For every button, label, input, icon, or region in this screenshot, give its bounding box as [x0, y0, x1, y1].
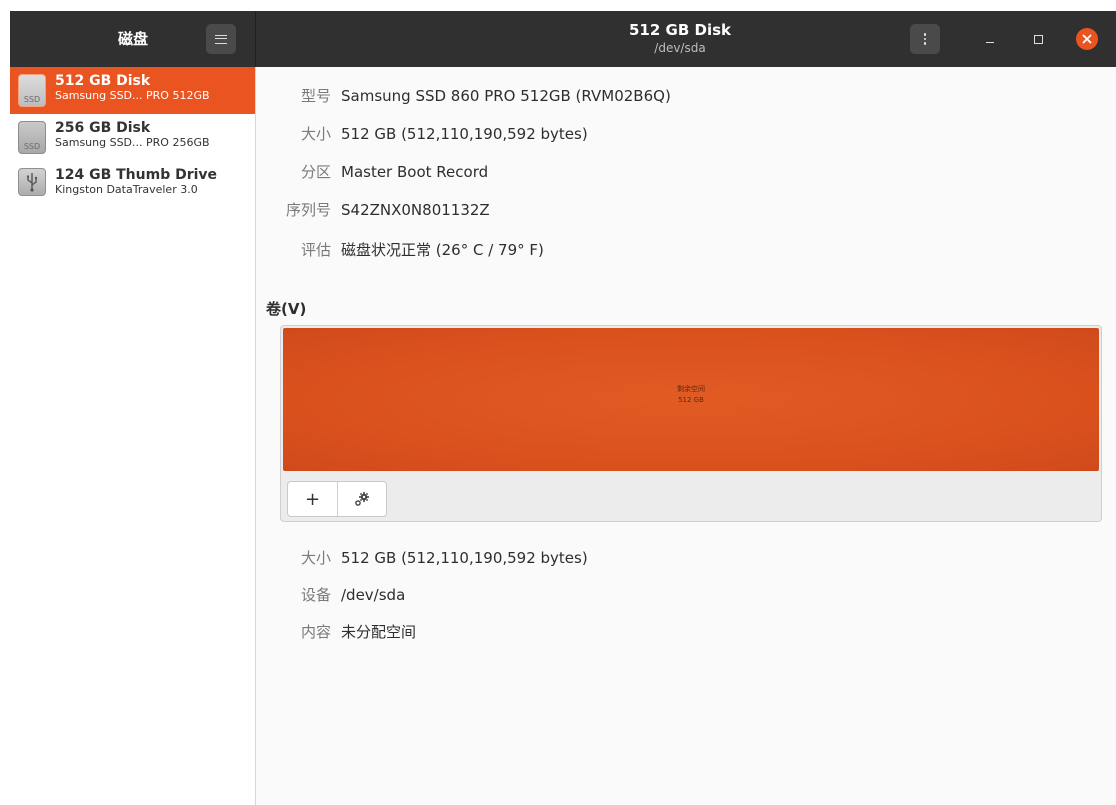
hamburger-menu-button[interactable]	[206, 24, 236, 54]
info-row-size: 大小 512 GB (512,110,190,592 bytes)	[256, 122, 1116, 146]
info-label: 型号	[300, 87, 331, 105]
disk-model: Kingston DataTraveler 3.0	[55, 183, 198, 196]
info-row-contents: 内容 未分配空间	[256, 620, 1116, 644]
ssd-icon-label: SSD	[23, 95, 41, 104]
info-value: 512 GB (512,110,190,592 bytes)	[341, 125, 588, 143]
volume-map: 剩余空间 512 GB +	[280, 325, 1102, 522]
header-bar: 磁盘 512 GB Disk /dev/sda	[10, 11, 1116, 67]
info-label: 评估	[300, 241, 331, 259]
kebab-dot-icon	[923, 37, 927, 41]
usb-drive-icon	[18, 168, 46, 196]
info-value: 磁盘状况正常 (26° C / 79° F)	[341, 241, 544, 259]
sidebar-header: 磁盘	[10, 11, 256, 67]
disk-item-512gb[interactable]: SSD 512 GB Disk Samsung SSD... PRO 512GB	[10, 67, 255, 114]
volume-settings-button[interactable]	[337, 482, 386, 516]
plus-icon: +	[304, 488, 321, 510]
volumes-heading: 卷(V)	[266, 300, 307, 318]
create-partition-button[interactable]: +	[288, 482, 337, 516]
info-row-volume-size: 大小 512 GB (512,110,190,592 bytes)	[256, 546, 1116, 570]
minimize-button[interactable]	[980, 29, 1000, 49]
disk-item-thumb-drive[interactable]: 124 GB Thumb Drive Kingston DataTraveler…	[10, 161, 255, 208]
info-label: 大小	[300, 549, 331, 567]
info-label: 设备	[300, 586, 331, 604]
info-value: /dev/sda	[341, 586, 406, 604]
info-row-assessment: 评估 磁盘状况正常 (26° C / 79° F)	[256, 238, 1116, 262]
hamburger-icon	[215, 34, 227, 44]
disks-window: 磁盘 512 GB Disk /dev/sda SSD 512 GB Disk …	[10, 11, 1116, 805]
disk-name: 512 GB Disk	[55, 73, 151, 89]
disk-name: 124 GB Thumb Drive	[55, 167, 218, 183]
info-value: S42ZNX0N801132Z	[341, 201, 490, 219]
drive-options-button[interactable]	[910, 24, 940, 54]
drive-details-panel: 型号 Samsung SSD 860 PRO 512GB (RVM02B6Q) …	[256, 67, 1116, 805]
info-row-model: 型号 Samsung SSD 860 PRO 512GB (RVM02B6Q)	[256, 84, 1116, 108]
volume-block-size: 512 GB	[678, 396, 704, 404]
info-value: 512 GB (512,110,190,592 bytes)	[341, 549, 588, 567]
ssd-icon-label: SSD	[23, 142, 41, 151]
maximize-button[interactable]	[1028, 29, 1048, 49]
kebab-dot-icon	[923, 33, 927, 36]
ssd-drive-icon: SSD	[18, 74, 46, 107]
gears-icon	[355, 492, 369, 506]
info-row-device: 设备 /dev/sda	[256, 583, 1116, 607]
disk-item-256gb[interactable]: SSD 256 GB Disk Samsung SSD... PRO 256GB	[10, 114, 255, 161]
info-label: 大小	[300, 125, 331, 143]
window-subtitle: /dev/sda	[654, 41, 706, 55]
info-value: Samsung SSD 860 PRO 512GB (RVM02B6Q)	[341, 87, 671, 105]
volume-block-name: 剩余空间	[677, 385, 705, 393]
info-label: 分区	[300, 163, 331, 181]
free-space-volume-block[interactable]: 剩余空间 512 GB	[283, 328, 1099, 471]
kebab-dot-icon	[923, 42, 927, 45]
volume-toolbar: +	[287, 481, 387, 517]
volume-block-label: 剩余空间 512 GB	[283, 384, 1099, 406]
close-button[interactable]	[1076, 28, 1098, 50]
disk-name: 256 GB Disk	[55, 120, 151, 136]
usb-symbol-icon	[27, 173, 38, 192]
disk-model: Samsung SSD... PRO 512GB	[55, 89, 210, 102]
info-label: 内容	[300, 623, 331, 641]
window-title-block: 512 GB Disk /dev/sda	[570, 21, 790, 55]
disk-list-sidebar: SSD 512 GB Disk Samsung SSD... PRO 512GB…	[10, 67, 256, 805]
disk-model: Samsung SSD... PRO 256GB	[55, 136, 210, 149]
close-icon	[1082, 34, 1092, 44]
info-label: 序列号	[285, 201, 331, 219]
info-row-partitioning: 分区 Master Boot Record	[256, 160, 1116, 184]
window-title: 512 GB Disk	[629, 21, 731, 39]
info-row-serial: 序列号 S42ZNX0N801132Z	[256, 198, 1116, 222]
info-value: Master Boot Record	[341, 163, 489, 181]
info-value: 未分配空间	[341, 623, 417, 641]
ssd-drive-icon: SSD	[18, 121, 46, 154]
